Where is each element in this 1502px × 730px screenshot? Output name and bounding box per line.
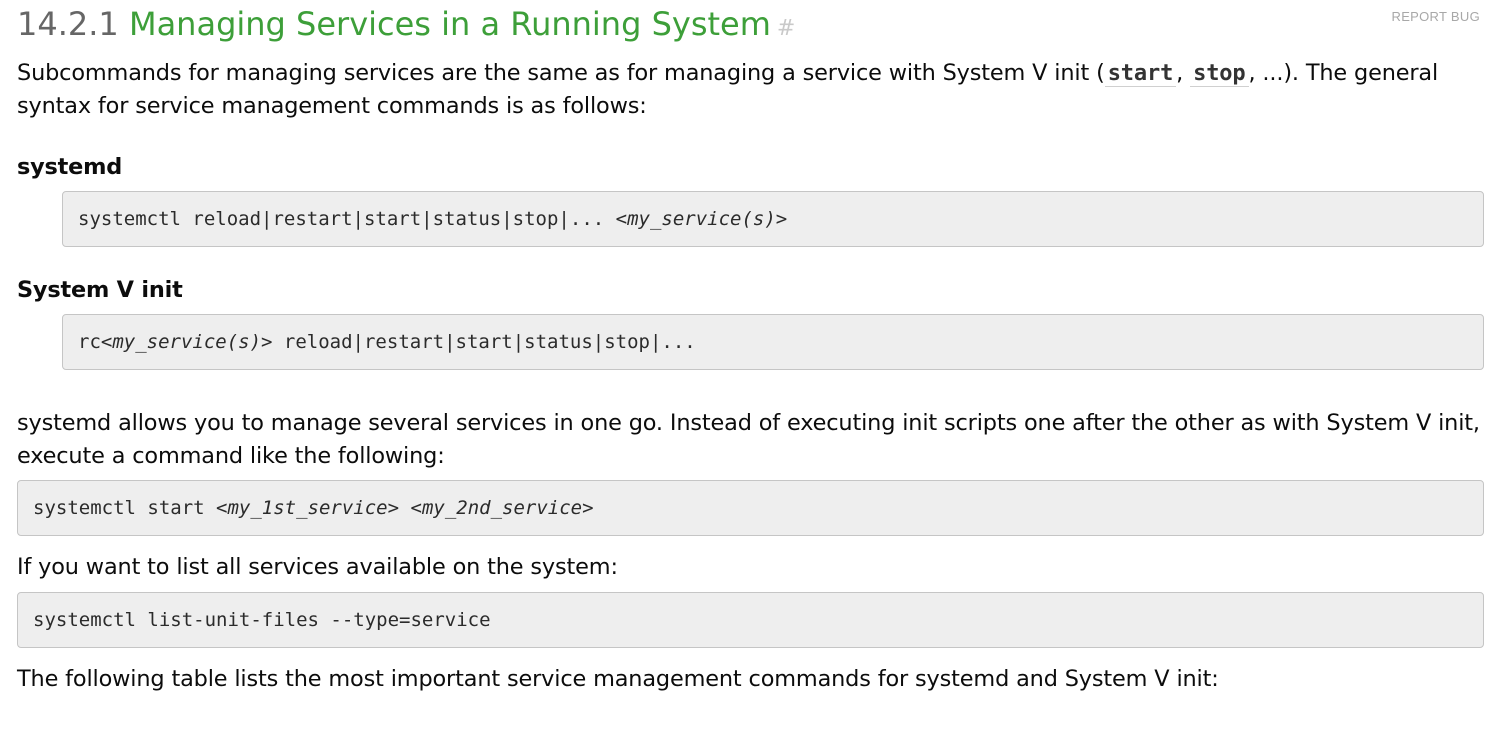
multi-service-command-block: systemctl start <my_1st_service> <my_2nd… bbox=[17, 480, 1484, 536]
sysv-command-prefix: rc bbox=[78, 331, 101, 353]
sysv-heading: System V init bbox=[17, 277, 183, 303]
multi-command-space bbox=[399, 497, 410, 519]
systemd-command-block: systemctl reload|restart|start|status|st… bbox=[62, 191, 1484, 247]
section-content: 14.2.1 Managing Services in a Running Sy… bbox=[17, 0, 1484, 696]
sysv-command-block: rc<my_service(s)> reload|restart|start|s… bbox=[62, 314, 1484, 370]
intro-text-before: Subcommands for managing services are th… bbox=[17, 60, 1105, 86]
multi-command: systemctl start bbox=[33, 497, 217, 519]
inline-code-stop: stop bbox=[1190, 61, 1249, 87]
multi-command-arg2: <my_2nd_service> bbox=[410, 497, 594, 519]
sysv-command-suffix: reload|restart|start|status|stop|... bbox=[272, 331, 696, 353]
multi-text-line1: systemd allows you to manage several ser… bbox=[17, 410, 1480, 436]
multi-command-arg1: <my_1st_service> bbox=[216, 497, 400, 519]
intro-text-after: , ...). The general bbox=[1248, 60, 1439, 86]
intro-paragraph: Subcommands for managing services are th… bbox=[17, 57, 1484, 123]
list-command: systemctl list-unit-files --type=service bbox=[33, 609, 491, 631]
section-number: 14.2.1 bbox=[17, 5, 119, 43]
systemd-command: systemctl reload|restart|start|status|st… bbox=[78, 208, 616, 230]
multi-service-paragraph: systemd allows you to manage several ser… bbox=[17, 407, 1484, 473]
systemd-command-argument: <my_service(s)> bbox=[615, 208, 788, 230]
systemd-heading: systemd bbox=[17, 154, 123, 180]
intro-text-line2: syntax for service management commands i… bbox=[17, 93, 647, 119]
list-command-block: systemctl list-unit-files --type=service bbox=[17, 592, 1484, 648]
intro-separator: , bbox=[1176, 60, 1184, 86]
sysv-command-argument: <my_service(s)> bbox=[100, 331, 273, 353]
multi-text-line2: execute a command like the following: bbox=[17, 443, 445, 469]
section-title: Managing Services in a Running System bbox=[128, 5, 771, 43]
inline-code-start: start bbox=[1104, 61, 1177, 87]
list-paragraph: If you want to list all services availab… bbox=[17, 554, 618, 580]
section-heading: 14.2.1 Managing Services in a Running Sy… bbox=[17, 0, 1484, 50]
table-intro-paragraph: The following table lists the most impor… bbox=[17, 666, 1219, 692]
permalink-anchor[interactable]: # bbox=[777, 16, 795, 41]
